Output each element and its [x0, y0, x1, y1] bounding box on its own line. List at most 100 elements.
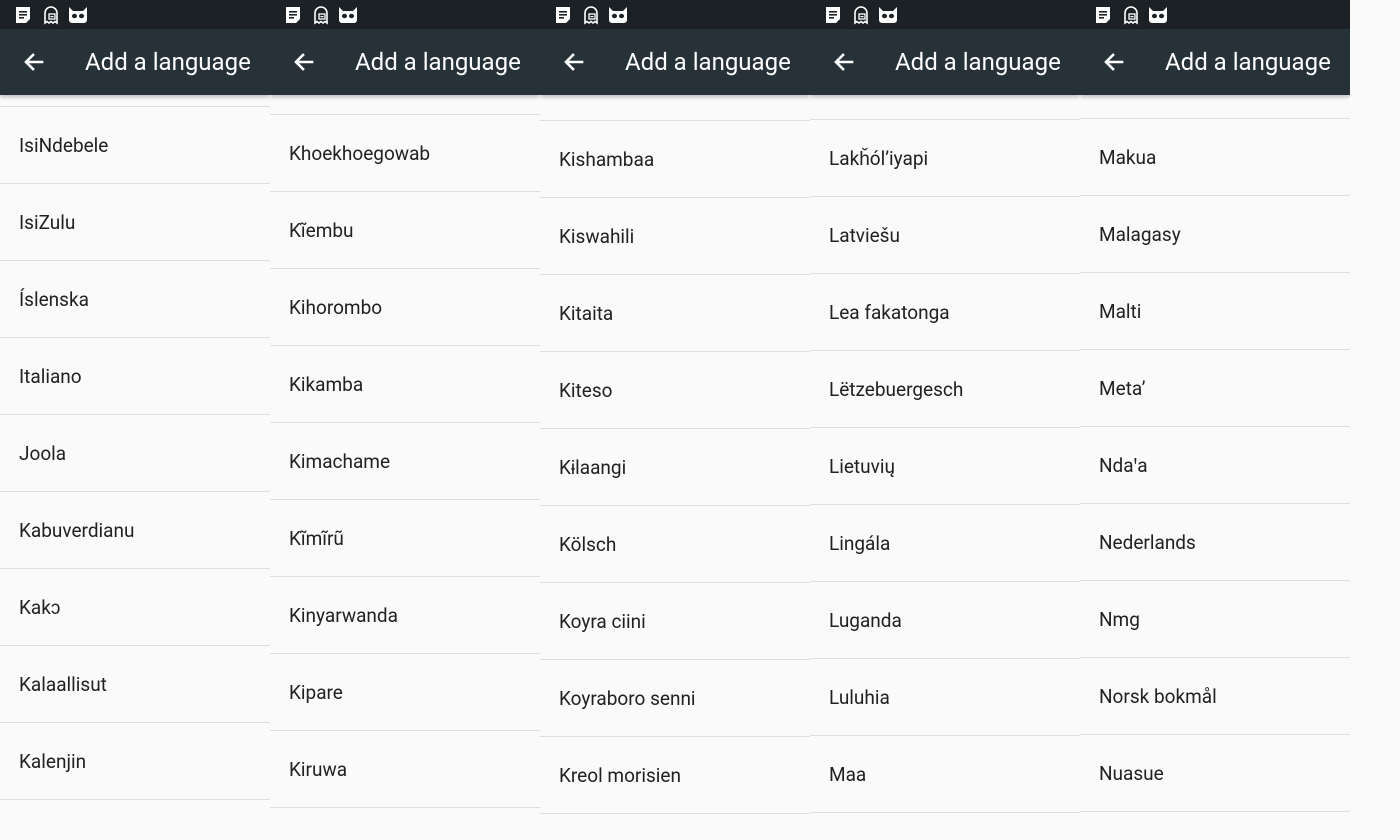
back-arrow-icon[interactable] [558, 46, 590, 78]
cyanogen-mascot-icon [66, 4, 88, 26]
language-name: Luganda [829, 609, 902, 632]
language-list-item[interactable]: Kölsch [540, 507, 810, 583]
language-name: Íslenska [19, 288, 89, 311]
language-list-item[interactable]: Malti [1080, 274, 1350, 350]
language-name: Kakɔ [19, 596, 61, 619]
language-name: Kihorombo [289, 296, 383, 319]
language-list-item[interactable]: Kakɔ [0, 570, 270, 646]
language-list-item[interactable]: Makua [1080, 120, 1350, 196]
notes-icon [822, 4, 844, 26]
language-list-item[interactable]: Maa [810, 737, 1080, 813]
language-name: Meta’ [1099, 377, 1146, 400]
language-list-item[interactable]: Lea fakatonga [810, 275, 1080, 351]
back-arrow-icon[interactable] [1098, 46, 1130, 78]
language-name: Lingála [829, 532, 891, 555]
language-list-item[interactable]: IsiZulu [0, 185, 270, 261]
phone-screen: MagyarMakuaMalagasyMaltiMeta’NdaꞌaNederl… [1080, 0, 1350, 840]
language-name: Koyra ciini [559, 610, 646, 633]
language-list-item[interactable]: Kipare [270, 655, 540, 731]
status-bar [810, 0, 1080, 29]
back-arrow-icon[interactable] [288, 46, 320, 78]
language-list-item[interactable]: Italiano [0, 339, 270, 415]
language-list-item[interactable]: Nuasue [1080, 736, 1350, 812]
notes-icon [1092, 4, 1114, 26]
language-list-item[interactable]: Kimachame [270, 424, 540, 500]
language-name: Kɨlaangi [559, 456, 627, 479]
language-list-item[interactable]: Latviešu [810, 198, 1080, 274]
language-list-item[interactable]: Kiruwa [270, 732, 540, 808]
language-name: Latviešu [829, 224, 900, 247]
language-list-item[interactable]: Kitaita [540, 276, 810, 352]
back-arrow-icon[interactable] [18, 46, 50, 78]
page-title: Add a language [355, 48, 521, 76]
language-name: Lakȟól’iyapi [829, 147, 929, 170]
language-name: Kĩmĩrũ [289, 527, 344, 550]
language-list-item[interactable]: Koyra ciini [540, 584, 810, 660]
app-bar: Add a language [540, 29, 810, 95]
language-list-item[interactable]: Kinyarwanda [270, 578, 540, 654]
ghost-notification-icon [580, 4, 602, 26]
language-list-item[interactable]: IsiNdebele [0, 108, 270, 184]
app-bar: Add a language [1080, 29, 1350, 95]
page-title: Add a language [1165, 48, 1331, 76]
language-name: Kitaita [559, 302, 614, 325]
language-list-item[interactable]: Kishambaa [540, 122, 810, 198]
status-bar [270, 0, 540, 29]
language-list-item[interactable]: Ndaꞌa [1080, 428, 1350, 504]
language-list-item[interactable]: Kabuverdianu [0, 493, 270, 569]
language-name: Nuasue [1099, 762, 1164, 785]
language-list-item[interactable]: Lëtzebuergesch [810, 352, 1080, 428]
language-list-item[interactable]: Kiteso [540, 353, 810, 429]
ghost-notification-icon [310, 4, 332, 26]
language-list-item[interactable]: Khoekhoegowab [270, 116, 540, 192]
language-list-item[interactable]: Kikamba [270, 347, 540, 423]
language-list-item[interactable]: Lingála [810, 506, 1080, 582]
cyanogen-mascot-icon [606, 4, 628, 26]
language-list-item[interactable]: Lakȟól’iyapi [810, 121, 1080, 197]
language-list-item[interactable]: Kĩembu [270, 193, 540, 269]
language-list-item[interactable]: Koyraboro senni [540, 661, 810, 737]
language-name: Kiswahili [559, 225, 635, 248]
ghost-notification-icon [850, 4, 872, 26]
page-title: Add a language [625, 48, 791, 76]
phone-screen: IshisanguIsiNdebeleIsiZuluÍslenskaItalia… [0, 0, 270, 840]
language-name: Joola [19, 442, 67, 465]
language-name: Kiruwa [289, 758, 348, 781]
language-list-item[interactable]: Kalaallisut [0, 647, 270, 723]
language-list-item[interactable]: Lietuvių [810, 429, 1080, 505]
language-list-item[interactable]: Kreol morisien [540, 738, 810, 814]
language-list-item[interactable]: Kihorombo [270, 270, 540, 346]
page-title: Add a language [85, 48, 251, 76]
language-list-item[interactable]: Kiswahili [540, 199, 810, 275]
cyanogen-mascot-icon [1146, 4, 1168, 26]
language-name: Khoekhoegowab [289, 142, 431, 165]
language-name: Malti [1099, 300, 1142, 323]
language-name: Kipare [289, 681, 343, 704]
language-name: Kinyarwanda [289, 604, 398, 627]
language-list-item[interactable]: Luluhia [810, 660, 1080, 736]
back-arrow-icon[interactable] [828, 46, 860, 78]
language-name: IsiNdebele [19, 134, 109, 157]
cyanogen-mascot-icon [336, 4, 358, 26]
language-list-item[interactable]: Nmg [1080, 582, 1350, 658]
language-list-item[interactable]: Kĩmĩrũ [270, 501, 540, 577]
language-list-item[interactable]: Malagasy [1080, 197, 1350, 273]
language-name: Kishambaa [559, 148, 655, 171]
language-list-item[interactable]: Joola [0, 416, 270, 492]
language-list-item[interactable]: Kalenjin [0, 724, 270, 800]
language-list-item[interactable]: Kɨlaangi [540, 430, 810, 506]
language-name: Nmg [1099, 608, 1140, 631]
language-list-item[interactable]: Nederlands [1080, 505, 1350, 581]
language-list-item[interactable]: Luganda [810, 583, 1080, 659]
language-name: Luluhia [829, 686, 890, 709]
language-name: Kikamba [289, 373, 364, 396]
ghost-notification-icon [40, 4, 62, 26]
status-bar [0, 0, 270, 29]
language-list-item[interactable]: Meta’ [1080, 351, 1350, 427]
app-bar: Add a language [810, 29, 1080, 95]
app-bar: Add a language [0, 29, 270, 95]
language-name: Kiteso [559, 379, 613, 402]
language-name: Kabuverdianu [19, 519, 135, 542]
language-list-item[interactable]: Íslenska [0, 262, 270, 338]
language-list-item[interactable]: Norsk bokmål [1080, 659, 1350, 735]
